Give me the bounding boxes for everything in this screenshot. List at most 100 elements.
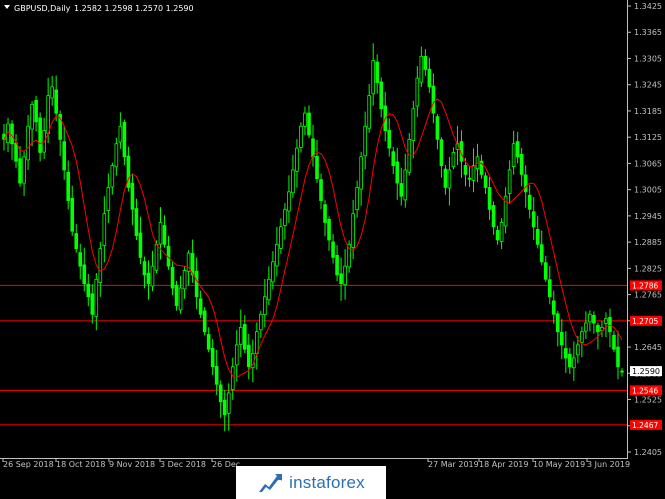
candle-body: [423, 56, 428, 70]
candle-body: [451, 152, 456, 168]
candle-body: [543, 262, 548, 280]
candle-body: [291, 169, 295, 194]
candle-body: [399, 183, 404, 197]
candle-body: [170, 267, 175, 289]
candle-body: [182, 270, 187, 290]
candle-body: [616, 346, 620, 368]
time-tick-label: 27 Mar 2019: [428, 460, 479, 469]
candle-body: [539, 244, 544, 263]
candle-body: [14, 142, 18, 162]
candle-body: [551, 300, 556, 315]
candle-body: [355, 187, 359, 211]
candle-body: [86, 283, 91, 298]
candle-body: [218, 384, 223, 403]
candle-body: [568, 353, 572, 368]
candle-body: [234, 344, 239, 366]
price-tick-label: 1.2825: [634, 264, 662, 273]
candle-body: [287, 191, 291, 212]
candle-body: [202, 310, 207, 333]
candle-body: [335, 254, 339, 276]
candle-body: [78, 252, 83, 267]
symbol-timeframe: GBPUSD,Daily: [14, 4, 71, 13]
candle-body: [471, 165, 476, 181]
candle-body: [331, 241, 335, 258]
candle-body: [275, 243, 279, 267]
candle-body: [576, 344, 580, 356]
candle-body: [419, 55, 424, 83]
candle-body: [604, 318, 608, 324]
candle-body: [608, 317, 612, 333]
candle-body: [178, 287, 183, 311]
candle-body: [222, 399, 227, 416]
candle-body: [102, 213, 107, 246]
time-tick-label: 3 Dec 2018: [160, 460, 206, 469]
candle-body: [70, 197, 75, 232]
candle-body: [299, 125, 303, 148]
candle-body: [194, 270, 199, 298]
candle-body: [30, 103, 34, 130]
candle-body: [620, 370, 624, 373]
candle-body: [395, 161, 400, 184]
candle-body: [54, 89, 58, 114]
candle-body: [367, 95, 371, 129]
candle-body: [527, 194, 532, 210]
price-tick-label: 1.2525: [634, 396, 662, 405]
candle-body: [323, 204, 327, 223]
candle-body: [210, 347, 215, 368]
time-tick-label: 3 Jun 2019: [587, 460, 630, 469]
price-chart[interactable]: 1.3425 1.3365 1.3305 1.3245 1.3185 1.3125 1.30…: [0, 0, 665, 499]
candle-body: [511, 143, 516, 167]
candle-body: [174, 285, 179, 306]
candle-body: [242, 324, 247, 350]
candle-body: [46, 95, 50, 134]
level-label: 1.2786: [632, 281, 658, 290]
price-tick-label: 1.2885: [634, 238, 662, 247]
candle-body: [34, 99, 38, 123]
candle-body: [134, 208, 139, 236]
watermark-text: instaforex: [289, 472, 365, 492]
candle-body: [523, 174, 528, 193]
candle-body: [138, 232, 143, 258]
candle-body: [351, 213, 355, 248]
candle-body: [375, 61, 380, 83]
candle-body: [206, 334, 211, 350]
candle-body: [307, 112, 311, 136]
candle-body: [279, 226, 283, 249]
candle-body: [371, 60, 375, 95]
candle-body: [283, 208, 287, 226]
price-tick-label: 1.3425: [634, 2, 662, 11]
candle-body: [230, 366, 235, 390]
candle-body: [359, 156, 363, 190]
candle-body: [146, 272, 151, 285]
price-tick-label: 1.3185: [634, 107, 662, 116]
candle-body: [495, 230, 500, 241]
candle-body: [198, 298, 203, 315]
candle-body: [130, 182, 135, 210]
candle-body: [118, 125, 123, 143]
candle-body: [403, 169, 408, 201]
candle-body: [98, 248, 103, 283]
candle-body: [142, 261, 147, 276]
candle-body: [22, 156, 26, 184]
candle-body: [531, 211, 536, 228]
candle-body: [572, 357, 576, 369]
candle-body: [447, 169, 452, 189]
candle-body: [564, 348, 568, 359]
candle-body: [519, 153, 524, 175]
candle-body: [547, 279, 552, 298]
candle-body: [303, 112, 307, 127]
price-tick-label: 1.3365: [634, 28, 662, 37]
price-tick-label: 1.2945: [634, 212, 662, 221]
price-tick-label: 1.3245: [634, 81, 662, 90]
candle-body: [154, 243, 159, 271]
candle-body: [435, 116, 440, 140]
level-label: 1.2546: [632, 386, 658, 395]
candle-body: [515, 141, 520, 158]
candle-body: [596, 324, 600, 333]
level-label: 1.2705: [632, 317, 658, 326]
candle-body: [259, 313, 263, 331]
candle-body: [90, 293, 95, 315]
candle-body: [74, 233, 79, 250]
price-tick-label: 1.3305: [634, 54, 662, 63]
time-tick-label: 9 Nov 2018: [109, 460, 155, 469]
